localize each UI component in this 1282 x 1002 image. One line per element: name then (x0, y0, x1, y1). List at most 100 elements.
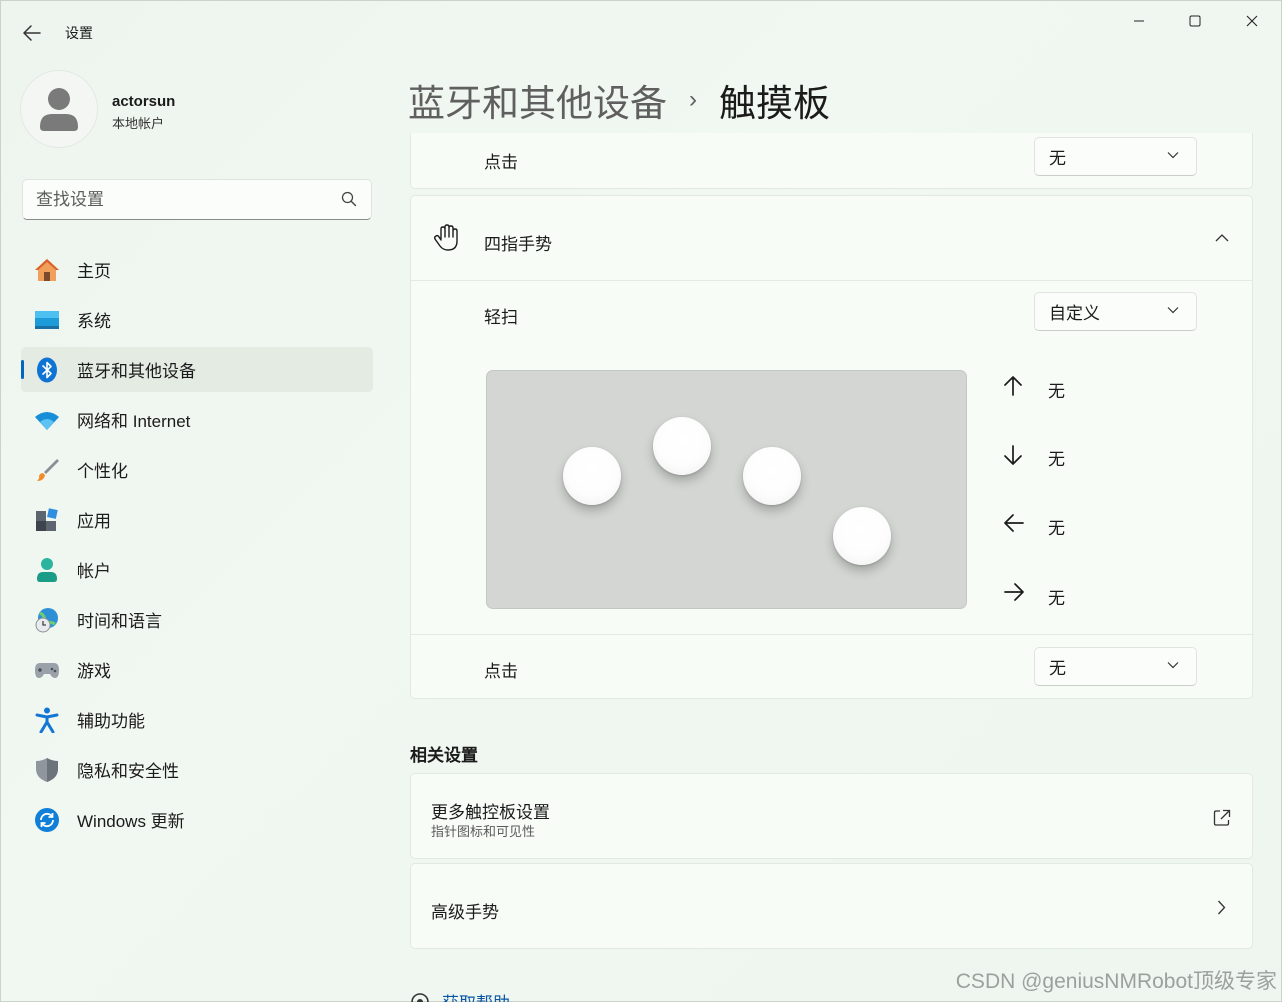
finger-dot (833, 507, 891, 565)
close-button[interactable] (1224, 7, 1280, 35)
sidebar-item-label: 网络和 Internet (77, 412, 191, 431)
apps-icon (34, 507, 60, 533)
arrow-left-icon (23, 25, 41, 41)
three-finger-tap-label: 点击 (484, 153, 518, 172)
window-title: 设置 (65, 25, 93, 41)
related-settings-heading: 相关设置 (410, 746, 478, 765)
profile-name: actorsun (112, 93, 176, 110)
sidebar-item-personalization[interactable]: 个性化 (21, 447, 373, 492)
chevron-down-icon (1167, 152, 1179, 159)
more-touchpad-settings-subtitle: 指针图标和可见性 (431, 824, 536, 839)
sidebar-item-label: 游戏 (77, 662, 111, 681)
close-icon (1246, 15, 1258, 27)
chevron-down-icon (1167, 307, 1179, 314)
open-external-icon (1213, 809, 1231, 826)
watermark: CSDN @geniusNMRobot顶级专家 (955, 970, 1277, 993)
dropdown-value: 无 (1049, 659, 1066, 678)
user-avatar-icon (40, 88, 78, 131)
divider (411, 634, 1252, 635)
settings-window: 设置 actorsun 本地帐户 主页 (0, 0, 1282, 1002)
swipe-up-value[interactable]: 无 (1048, 377, 1065, 402)
bluetooth-icon (34, 357, 60, 383)
gamepad-icon (34, 657, 60, 683)
help-icon (411, 992, 429, 1002)
sidebar-item-system[interactable]: 系统 (21, 297, 373, 342)
dropdown-value: 自定义 (1049, 304, 1100, 323)
accessibility-icon (34, 707, 60, 733)
sidebar-item-label: 隐私和安全性 (77, 762, 179, 781)
four-finger-gestures-card: 四指手势 轻扫 自定义 无 无 无 无 点击 无 (410, 195, 1253, 699)
sidebar-item-network[interactable]: 网络和 Internet (21, 397, 373, 442)
hand-gesture-icon (433, 224, 458, 251)
advanced-gestures-title: 高级手势 (431, 903, 499, 922)
minimize-icon (1134, 20, 1144, 22)
arrow-right-icon (1004, 583, 1024, 601)
chevron-down-icon (1167, 662, 1179, 669)
dropdown-value: 无 (1049, 149, 1066, 168)
update-icon (34, 807, 60, 833)
maximize-icon (1189, 15, 1201, 27)
swipe-right-value[interactable]: 无 (1048, 584, 1065, 609)
arrow-left-icon (1004, 514, 1024, 532)
sidebar-item-bluetooth-devices[interactable]: 蓝牙和其他设备 (21, 347, 373, 392)
sidebar-item-label: 蓝牙和其他设备 (77, 362, 196, 381)
person-icon (34, 557, 60, 583)
chevron-up-icon[interactable] (1215, 233, 1229, 242)
more-touchpad-settings-title: 更多触控板设置 (431, 803, 550, 822)
brush-icon (34, 457, 60, 483)
sidebar-item-label: 应用 (77, 512, 111, 531)
touchpad-illustration (486, 370, 967, 609)
swipe-dropdown[interactable]: 自定义 (1034, 292, 1197, 331)
four-finger-gestures-title: 四指手势 (484, 235, 552, 254)
back-button[interactable] (17, 19, 47, 47)
three-finger-tap-card: 点击 无 (410, 133, 1253, 189)
sidebar-item-apps[interactable]: 应用 (21, 497, 373, 542)
search-box[interactable] (22, 179, 372, 220)
sidebar-item-home[interactable]: 主页 (21, 247, 373, 292)
user-profile[interactable]: actorsun 本地帐户 (21, 71, 175, 147)
chevron-right-icon (1218, 900, 1226, 915)
four-finger-tap-label: 点击 (484, 662, 518, 681)
wifi-icon (34, 407, 60, 433)
four-finger-header[interactable]: 四指手势 (411, 196, 1252, 280)
sidebar-item-label: 时间和语言 (77, 612, 162, 631)
get-help-label: 获取帮助 (442, 989, 510, 1002)
breadcrumb-parent[interactable]: 蓝牙和其他设备 (408, 73, 667, 127)
search-icon[interactable] (341, 191, 357, 207)
more-touchpad-settings-link[interactable]: 更多触控板设置 指针图标和可见性 (410, 773, 1253, 859)
arrow-up-icon (1004, 376, 1022, 396)
four-finger-tap-dropdown[interactable]: 无 (1034, 647, 1197, 686)
search-input[interactable] (36, 189, 326, 210)
profile-account-type: 本地帐户 (112, 116, 165, 131)
sidebar-item-label: 系统 (77, 312, 111, 331)
finger-dot (743, 447, 801, 505)
sidebar-item-label: 个性化 (77, 462, 128, 481)
sidebar-item-accounts[interactable]: 帐户 (21, 547, 373, 592)
sidebar-item-label: 辅助功能 (77, 712, 145, 731)
display-icon (34, 307, 60, 333)
get-help-link[interactable]: 获取帮助 (410, 989, 510, 1002)
advanced-gestures-link[interactable]: 高级手势 (410, 863, 1253, 949)
sidebar-item-windows-update[interactable]: Windows 更新 (21, 797, 373, 842)
sidebar-item-privacy-security[interactable]: 隐私和安全性 (21, 747, 373, 792)
maximize-button[interactable] (1167, 7, 1223, 35)
sidebar-item-label: Windows 更新 (77, 812, 185, 831)
sidebar-item-label: 主页 (77, 262, 111, 281)
swipe-down-value[interactable]: 无 (1048, 445, 1065, 470)
page-title: 触摸板 (719, 83, 830, 124)
three-finger-tap-dropdown[interactable]: 无 (1034, 137, 1197, 176)
minimize-button[interactable] (1111, 7, 1167, 35)
sidebar-item-gaming[interactable]: 游戏 (21, 647, 373, 692)
sidebar-item-label: 帐户 (77, 562, 111, 581)
sidebar-item-accessibility[interactable]: 辅助功能 (21, 697, 373, 742)
divider (411, 280, 1252, 281)
sidebar-item-time-language[interactable]: 时间和语言 (21, 597, 373, 642)
finger-dot (653, 417, 711, 475)
sidebar-nav: 主页 系统 蓝牙和其他设备 网络和 Internet 个性化 应用 帐户 时间和… (21, 247, 373, 847)
breadcrumb-separator: › (689, 86, 697, 113)
shield-icon (34, 757, 60, 783)
home-icon (34, 257, 60, 283)
title-bar: 设置 (1, 1, 1281, 63)
swipe-left-value[interactable]: 无 (1048, 514, 1065, 539)
arrow-down-icon (1004, 445, 1022, 465)
